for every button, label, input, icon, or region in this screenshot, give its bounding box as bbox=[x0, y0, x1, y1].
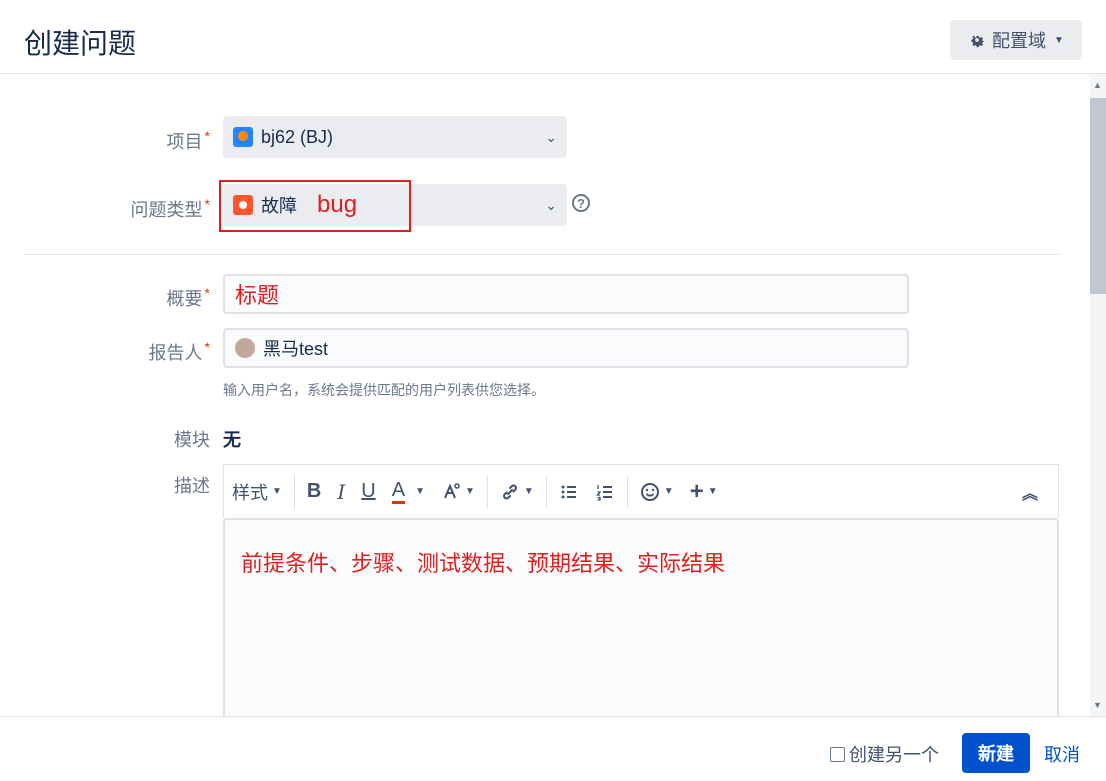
chevron-down-icon: ▼ bbox=[415, 486, 425, 497]
issue-type-value: 故障 bbox=[261, 196, 297, 216]
description-content: 前提条件、步骤、测试数据、预期结果、实际结果 bbox=[241, 551, 726, 576]
summary-input[interactable]: 标题 bbox=[223, 274, 909, 314]
chevron-down-icon: ▼ bbox=[707, 486, 718, 497]
dialog-header: 创建问题 配置域 ▼ bbox=[0, 0, 1106, 74]
component-label: 模块 bbox=[174, 430, 210, 450]
link-icon bbox=[502, 484, 517, 499]
create-another-option[interactable]: 创建另一个 bbox=[830, 741, 939, 767]
bug-annotation: bug bbox=[317, 191, 358, 218]
reporter-hint: 输入用户名，系统会提供匹配的用户列表供您选择。 bbox=[223, 382, 545, 398]
dialog-footer: 创建另一个 新建 取消 bbox=[0, 716, 1106, 781]
chevron-down-icon: ⌄ bbox=[545, 196, 557, 213]
caret-down-icon: ▼ bbox=[1054, 34, 1064, 46]
numbered-list-icon bbox=[595, 484, 612, 501]
double-chevron-up-icon: ︽ bbox=[1021, 485, 1038, 503]
description-label: 描述 bbox=[174, 476, 210, 496]
issue-type-select[interactable]: 故障 bug ⌄ bbox=[223, 184, 567, 226]
description-editor[interactable]: 前提条件、步骤、测试数据、预期结果、实际结果 bbox=[223, 518, 1059, 716]
underline-button[interactable]: U bbox=[353, 465, 383, 518]
required-marker: * bbox=[204, 196, 210, 212]
chevron-down-icon: ▼ bbox=[272, 486, 282, 497]
insert-more-button[interactable]: + ▼ bbox=[682, 465, 726, 518]
toolbar-separator bbox=[486, 474, 488, 509]
dialog-title: 创建问题 bbox=[24, 28, 137, 59]
project-avatar-icon bbox=[233, 127, 253, 147]
numbered-list-button[interactable] bbox=[587, 465, 623, 518]
project-value: bj62 (BJ) bbox=[261, 126, 334, 147]
vertical-scrollbar[interactable]: ▲ ▼ bbox=[1090, 74, 1106, 716]
chevron-down-icon: ▼ bbox=[523, 486, 534, 497]
create-another-checkbox[interactable] bbox=[830, 746, 845, 762]
chevron-down-icon: ▼ bbox=[663, 486, 674, 497]
bold-button[interactable]: B bbox=[299, 465, 329, 518]
collapse-toolbar-button[interactable]: ︽ bbox=[1022, 480, 1058, 504]
link-button[interactable]: ▼ bbox=[492, 465, 542, 518]
bug-icon bbox=[233, 195, 253, 215]
plus-icon: + bbox=[689, 477, 704, 505]
required-marker: * bbox=[204, 339, 210, 355]
editor-toolbar: 样式 ▼ B I U A ▼ ▼ ▼ ▼ + ▼ ︽ bbox=[223, 464, 1059, 518]
required-marker: * bbox=[204, 128, 210, 144]
user-avatar bbox=[235, 338, 255, 358]
summary-label: 概要 * bbox=[166, 285, 210, 309]
clear-formatting-button[interactable]: ▼ bbox=[433, 465, 483, 518]
create-button[interactable]: 新建 bbox=[962, 733, 1030, 773]
reporter-input[interactable]: 黑马test bbox=[223, 328, 909, 368]
bullet-list-button[interactable] bbox=[551, 465, 587, 518]
section-divider bbox=[24, 254, 1059, 255]
text-style-dropdown[interactable]: 样式 ▼ bbox=[224, 465, 290, 518]
emoji-button[interactable]: ▼ bbox=[632, 465, 682, 518]
project-select[interactable]: bj62 (BJ) ⌄ bbox=[223, 116, 567, 158]
emoji-icon bbox=[640, 482, 659, 501]
configure-fields-label: 配置域 bbox=[992, 31, 1047, 51]
chevron-down-icon: ⌄ bbox=[545, 128, 557, 145]
reporter-label: 报告人 * bbox=[148, 339, 210, 363]
cancel-link[interactable]: 取消 bbox=[1044, 741, 1080, 767]
toolbar-separator bbox=[293, 474, 295, 509]
chevron-down-icon: ▼ bbox=[464, 486, 475, 497]
italic-button[interactable]: I bbox=[329, 465, 353, 518]
summary-value: 标题 bbox=[235, 283, 280, 308]
scrollbar-thumb[interactable] bbox=[1090, 98, 1106, 294]
scroll-up-arrow-icon[interactable]: ▲ bbox=[1093, 80, 1102, 90]
gear-icon bbox=[971, 35, 985, 48]
issue-type-label: 问题类型 * bbox=[130, 196, 210, 220]
project-label: 项目 * bbox=[166, 128, 210, 152]
help-icon[interactable]: ? bbox=[572, 194, 590, 212]
toolbar-separator bbox=[545, 474, 547, 509]
component-value: 无 bbox=[223, 430, 241, 450]
toolbar-separator bbox=[626, 474, 628, 509]
required-marker: * bbox=[204, 285, 210, 301]
text-color-button[interactable]: A ▼ bbox=[384, 465, 433, 518]
scroll-down-arrow-icon[interactable]: ▼ bbox=[1093, 700, 1102, 710]
dialog-body[interactable]: 项目 * bj62 (BJ) ⌄ 问题类型 * 故障 bug ⌄ ? 概要 * 标题 … bbox=[0, 74, 1090, 716]
reporter-value: 黑马test bbox=[263, 339, 329, 359]
configure-fields-button[interactable]: 配置域 ▼ bbox=[950, 20, 1082, 60]
create-another-label: 创建另一个 bbox=[849, 745, 939, 765]
bullet-list-icon bbox=[561, 485, 576, 498]
text-effects-icon bbox=[444, 482, 460, 498]
